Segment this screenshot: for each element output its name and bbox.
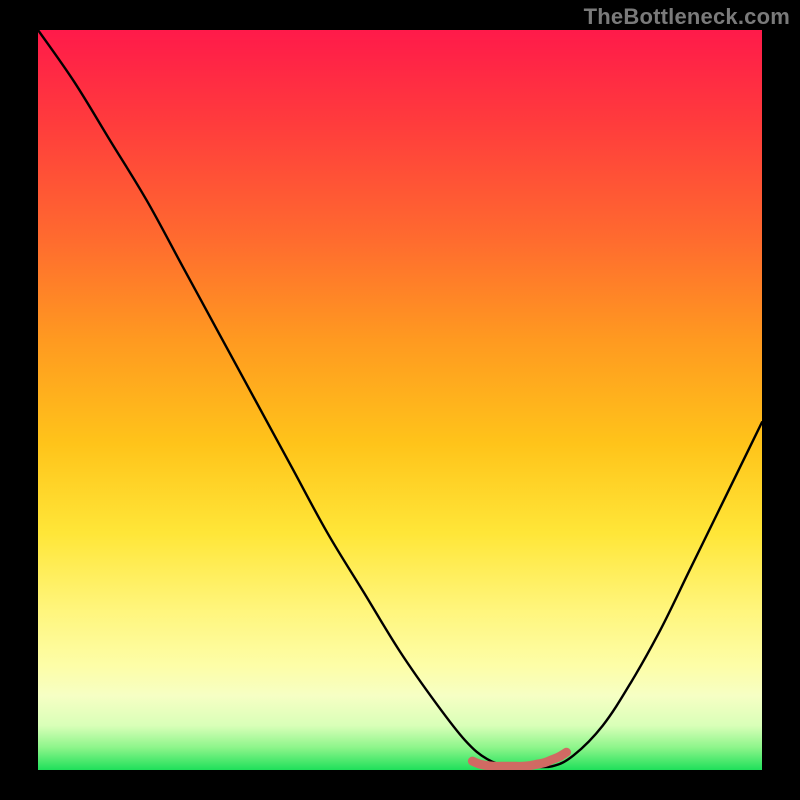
bottleneck-curve	[38, 30, 762, 767]
plot-area	[38, 30, 762, 770]
plot-svg	[38, 30, 762, 770]
watermark-text: TheBottleneck.com	[584, 4, 790, 30]
chart-frame: TheBottleneck.com	[0, 0, 800, 800]
